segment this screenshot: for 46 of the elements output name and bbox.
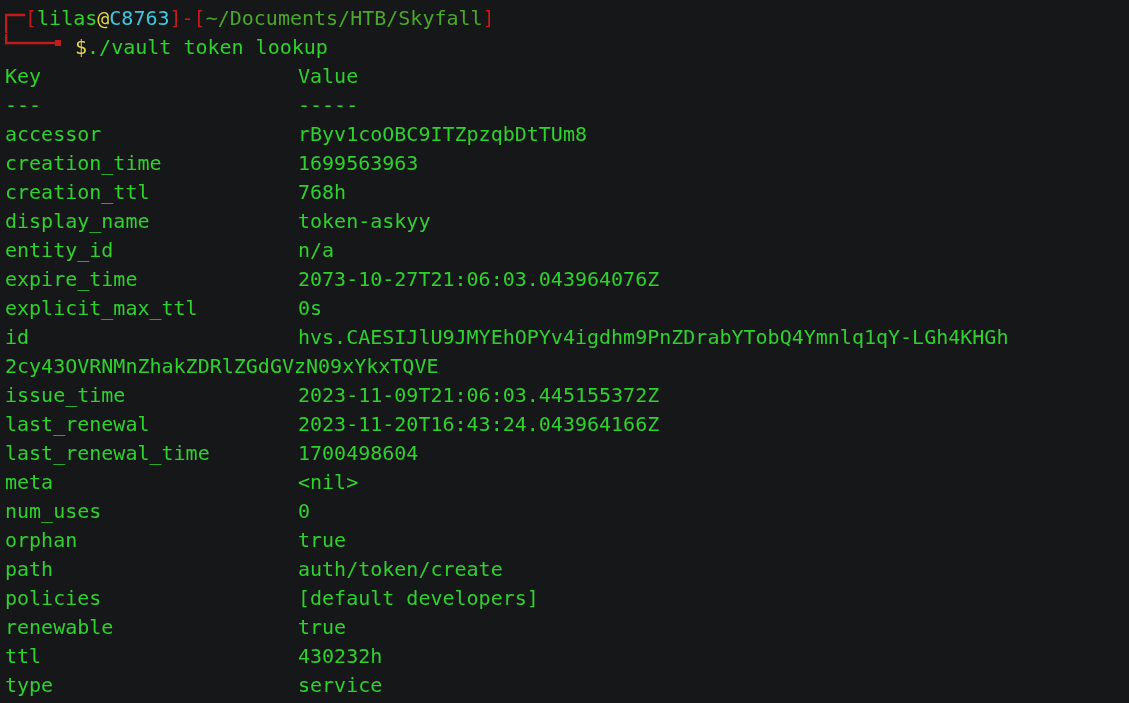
value-text: n/a xyxy=(298,237,335,264)
value-text: auth/token/create xyxy=(298,556,503,583)
key-text: id xyxy=(5,324,31,351)
value-text: [default developers] xyxy=(298,585,539,612)
key-text: renewable xyxy=(5,614,115,641)
value-text: hvs.CAESIJlU9JMYEhOPYv4igdhm9PnZDrabYTobQ4Ymnlq1qY-LGh4KHGh xyxy=(298,324,1009,351)
key-text: ttl xyxy=(5,643,43,670)
key-text: meta xyxy=(5,469,55,496)
value-text: 0 xyxy=(298,498,311,525)
command-line: $./vault token lookup xyxy=(75,34,328,61)
value-text: token-askyy xyxy=(298,208,431,235)
value-text: 2023-11-09T21:06:03.445155372Z xyxy=(298,382,660,409)
column-header: Key xyxy=(5,63,43,90)
key-text: last_renewal_time xyxy=(5,440,211,467)
key-text: accessor xyxy=(5,121,103,148)
value-text: true xyxy=(298,527,347,554)
value-text: 2cy43OVRNMnZhakZDRlZGdGVzN09xYkxTQVE xyxy=(5,353,440,380)
value-text: true xyxy=(298,614,347,641)
key-text: expire_time xyxy=(5,266,139,293)
value-text: 1700498604 xyxy=(298,440,419,467)
key-text: explicit_max_ttl xyxy=(5,295,199,322)
prompt-corner-drawing xyxy=(5,11,25,33)
value-text: rByv1coOBC9ITZpzqbDtTUm8 xyxy=(298,121,587,148)
value-text: <nil> xyxy=(298,469,359,496)
key-text: issue_time xyxy=(5,382,127,409)
header-separator: ----- xyxy=(298,92,359,119)
value-text: 2023-11-20T16:43:24.043964166Z xyxy=(298,411,660,438)
column-header: Value xyxy=(298,63,359,90)
key-text: last_renewal xyxy=(5,411,151,438)
value-text: 2073-10-27T21:06:03.043964076Z xyxy=(298,266,660,293)
value-text: service xyxy=(298,672,383,699)
key-text: policies xyxy=(5,585,103,612)
value-text: 1699563963 xyxy=(298,150,419,177)
prompt-line: [lilas@C8763]-[~/Documents/HTB/Skyfall] xyxy=(25,5,495,32)
key-text: orphan xyxy=(5,527,79,554)
value-text: 768h xyxy=(298,179,347,206)
header-separator: --- xyxy=(5,92,43,119)
key-text: path xyxy=(5,556,55,583)
key-text: entity_id xyxy=(5,237,115,264)
key-text: type xyxy=(5,672,55,699)
value-text: 0s xyxy=(298,295,323,322)
key-text: display_name xyxy=(5,208,151,235)
value-text: 430232h xyxy=(298,643,383,670)
key-text: creation_time xyxy=(5,150,163,177)
key-text: creation_ttl xyxy=(5,179,151,206)
key-text: num_uses xyxy=(5,498,103,525)
